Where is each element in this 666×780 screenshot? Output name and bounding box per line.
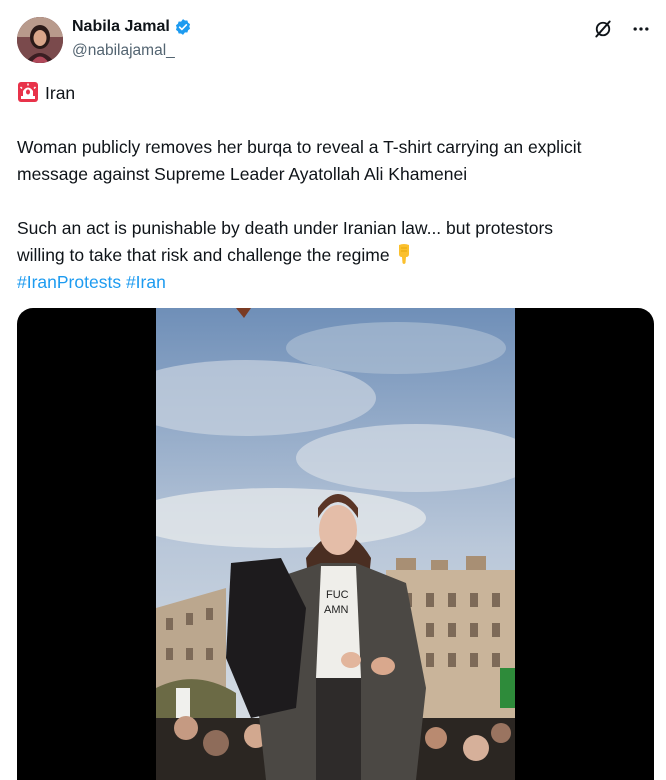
video-frame[interactable]: FUC AMN — [156, 308, 515, 780]
paragraph1-line1: Woman publicly removes her burqa to reve… — [17, 137, 582, 157]
location-text: Iran — [45, 83, 76, 103]
paragraph1-line2: message against Supreme Leader Ayatollah… — [17, 164, 468, 184]
paragraph2-line2: willing to take that risk and challenge … — [17, 245, 390, 265]
paragraph2-line2-wrap: willing to take that risk and challenge … — [17, 242, 647, 269]
svg-text:AMN: AMN — [324, 604, 349, 616]
more-icon[interactable] — [630, 18, 652, 40]
avatar[interactable] — [17, 17, 63, 63]
pointing-down-emoji-icon — [394, 243, 414, 265]
video-thumbnail: FUC AMN — [156, 308, 515, 780]
verified-badge-icon — [174, 18, 192, 36]
siren-emoji-icon — [17, 81, 39, 103]
video-player[interactable]: FUC AMN — [17, 308, 654, 780]
location-line: Iran — [17, 80, 647, 107]
hashtag-iran[interactable]: #Iran — [126, 272, 166, 292]
author-name[interactable]: Nabila Jamal — [72, 18, 170, 36]
paragraph2-line1: Such an act is punishable by death under… — [17, 218, 554, 238]
hashtags-line: #IranProtests #Iran — [17, 269, 647, 296]
hashtag-iranprotests[interactable]: #IranProtests — [17, 272, 121, 292]
tweet-text: Iran Woman publicly removes her burqa to… — [17, 80, 647, 296]
svg-text:FUC: FUC — [326, 589, 349, 601]
tweet-header: Nabila Jamal @nabilajamal_ — [0, 0, 666, 70]
author-handle[interactable]: @nabilajamal_ — [72, 42, 175, 60]
grok-icon[interactable] — [592, 18, 614, 40]
